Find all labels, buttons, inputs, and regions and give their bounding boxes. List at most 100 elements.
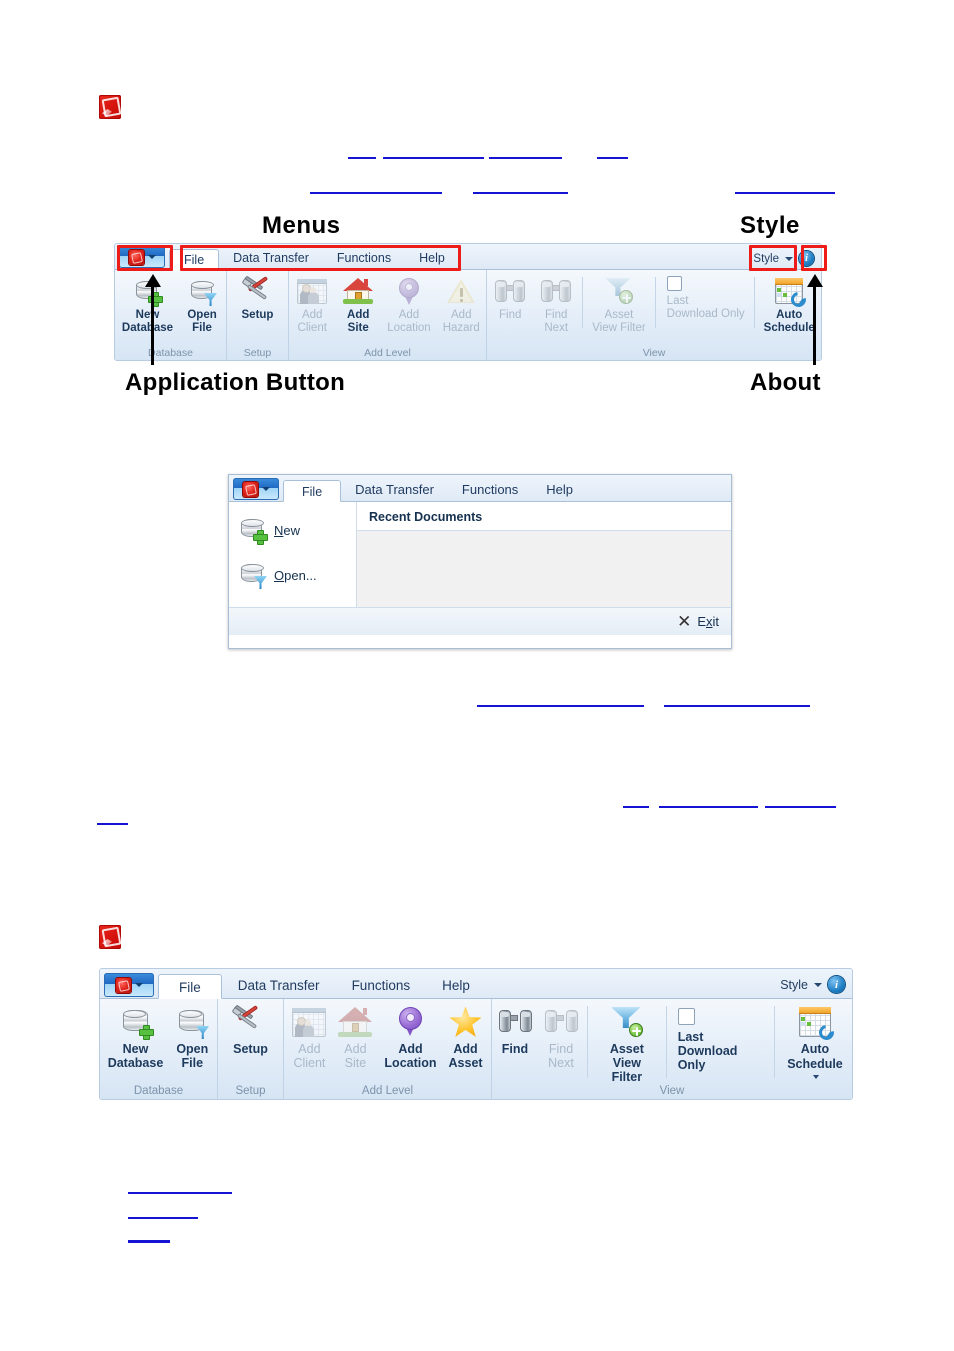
tab-data-transfer[interactable]: Data Transfer — [341, 479, 448, 501]
exit-button[interactable]: Exit — [697, 614, 719, 629]
button-label: Add Location — [384, 1042, 437, 1070]
link-underline[interactable] — [473, 192, 568, 194]
button-auto-schedule[interactable]: Auto Schedule — [778, 1002, 852, 1084]
client-card-icon — [297, 275, 328, 307]
recent-documents-list[interactable] — [357, 531, 731, 607]
ribbon-group-setup: Setup Setup — [218, 999, 284, 1099]
button-new-database[interactable]: New Database — [102, 1002, 170, 1070]
application-button[interactable] — [104, 973, 154, 997]
button-setup[interactable]: Setup — [235, 273, 281, 322]
button-label: Add Client — [293, 1042, 326, 1070]
house-icon — [338, 1004, 373, 1040]
ribbon-group-add-level: Add Client Add Site Add Location — [289, 270, 487, 360]
checkbox-last-download-only[interactable]: Last Download Only — [659, 273, 751, 321]
tab-help[interactable]: Help — [532, 479, 587, 501]
group-items: Find Find Next Asset View Filter Last Do… — [487, 273, 821, 334]
group-items: Add Client Add Site Add Location — [289, 273, 486, 334]
tab-file[interactable]: File — [158, 974, 222, 999]
button-setup[interactable]: Setup — [227, 1002, 274, 1056]
button-find[interactable]: Find — [487, 273, 533, 322]
link-underline[interactable] — [489, 157, 562, 159]
checkbox-last-download-only[interactable]: Last Download Only — [670, 1002, 771, 1072]
link-underline[interactable] — [128, 1192, 232, 1194]
button-add-hazard[interactable]: Add Hazard — [437, 273, 486, 334]
chevron-down-icon — [134, 983, 143, 987]
checkbox-label: Last Download Only — [677, 1030, 738, 1072]
highlight-application-button — [117, 245, 173, 271]
button-asset-view-filter[interactable]: Asset View Filter — [586, 273, 651, 334]
button-add-site[interactable]: Add Site — [332, 1002, 378, 1070]
group-items: Setup — [227, 1002, 274, 1056]
annotation-style-label: Style — [740, 212, 800, 239]
link-underline[interactable] — [623, 806, 649, 808]
button-open-file[interactable]: Open File — [169, 1002, 215, 1070]
ribbon-group-database: New Database Open File Database — [115, 270, 227, 360]
button-asset-view-filter[interactable]: Asset View Filter — [591, 1002, 663, 1084]
menu-item-new[interactable]: New — [229, 508, 356, 553]
button-label: Add Client — [297, 309, 327, 334]
menu-item-open[interactable]: Open... — [229, 553, 356, 598]
group-title: Add Level — [364, 347, 411, 359]
checkbox-icon[interactable] — [666, 276, 682, 291]
button-label: New Database — [121, 309, 174, 334]
highlight-about-icon — [801, 245, 827, 271]
link-underline[interactable] — [664, 705, 810, 707]
button-label: Setup — [241, 309, 274, 321]
button-add-asset[interactable]: Add Asset — [443, 1002, 489, 1070]
app-logo-icon — [242, 481, 258, 497]
about-info-icon[interactable]: i — [828, 976, 845, 993]
link-underline[interactable] — [597, 157, 628, 159]
button-label: Open File — [187, 309, 217, 334]
link-underline[interactable] — [128, 1240, 170, 1243]
database-open-icon — [189, 275, 218, 307]
link-underline[interactable] — [310, 192, 442, 194]
button-open-file[interactable]: Open File — [179, 273, 225, 334]
link-underline[interactable] — [477, 705, 644, 707]
button-find-next[interactable]: Find Next — [533, 273, 579, 334]
tab-functions[interactable]: Functions — [448, 479, 532, 501]
checkbox-label: Last Download Only — [666, 295, 745, 320]
tab-help[interactable]: Help — [426, 973, 486, 998]
binoculars-icon — [541, 275, 572, 307]
ribbon-body: New Database Open File Database Setup Se… — [115, 270, 821, 360]
binoculars-icon — [495, 275, 526, 307]
link-underline[interactable] — [659, 806, 758, 808]
style-button[interactable]: Style — [780, 978, 808, 992]
button-add-location[interactable]: Add Location — [381, 273, 436, 334]
application-button[interactable] — [233, 478, 279, 500]
star-icon — [449, 1004, 482, 1040]
button-label: Find — [501, 1042, 529, 1056]
tab-functions[interactable]: Functions — [336, 973, 427, 998]
link-underline[interactable] — [735, 192, 835, 194]
tab-data-transfer[interactable]: Data Transfer — [222, 973, 336, 998]
close-x-icon: ✕ — [677, 612, 692, 631]
button-add-location[interactable]: Add Location — [378, 1002, 442, 1070]
tab-file[interactable]: File — [283, 480, 342, 502]
group-title: Setup — [235, 1085, 266, 1097]
calendar-sync-icon — [775, 275, 810, 310]
link-underline[interactable] — [97, 823, 128, 825]
menu-item-label: New — [274, 523, 301, 538]
link-underline[interactable] — [348, 157, 376, 159]
separator — [665, 1006, 667, 1078]
button-add-client[interactable]: Add Client — [286, 1002, 332, 1070]
button-label: Add Site — [344, 1042, 367, 1070]
button-add-client[interactable]: Add Client — [289, 273, 335, 334]
button-find-next[interactable]: Find Next — [538, 1002, 584, 1070]
link-underline[interactable] — [383, 157, 484, 159]
button-find[interactable]: Find — [492, 1002, 538, 1056]
checkbox-icon[interactable] — [677, 1008, 695, 1025]
chevron-down-icon[interactable] — [813, 1074, 820, 1079]
funnel-add-icon — [604, 275, 633, 307]
ribbon-body: New Database Open File Database Setup Se… — [100, 999, 852, 1099]
group-title: View — [659, 1085, 685, 1097]
map-pin-icon — [398, 1004, 422, 1040]
link-underline[interactable] — [128, 1217, 198, 1219]
database-open-icon — [239, 561, 267, 590]
chevron-down-icon[interactable] — [814, 982, 822, 987]
button-label: New Database — [107, 1042, 164, 1070]
database-add-icon — [239, 516, 268, 545]
style-area: Style i — [780, 976, 852, 998]
link-underline[interactable] — [765, 806, 836, 808]
button-add-site[interactable]: Add Site — [335, 273, 381, 334]
